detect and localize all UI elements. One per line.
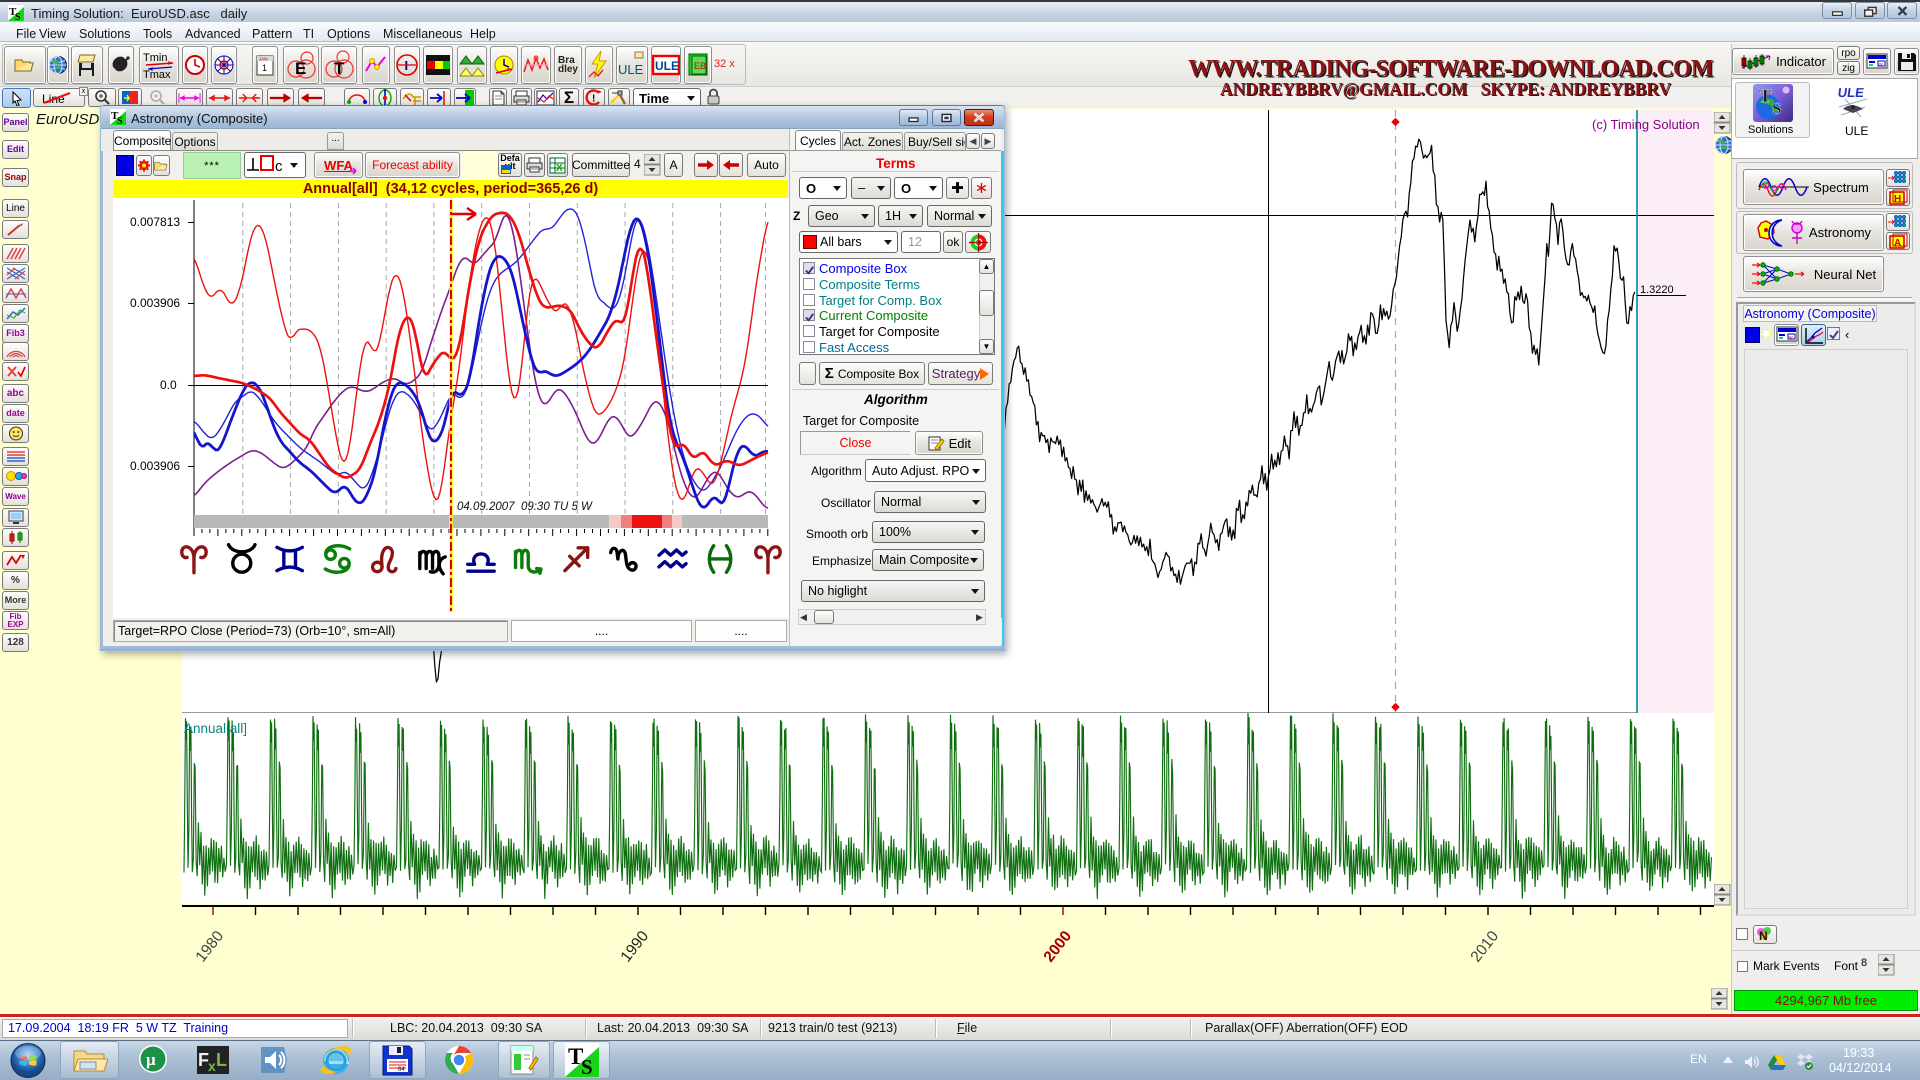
svg-text:L: L xyxy=(216,1050,227,1070)
svg-text:ULE: ULE xyxy=(1837,85,1865,100)
svg-text:JAN: JAN xyxy=(259,57,268,62)
svg-text:A: A xyxy=(1894,238,1901,249)
svg-text:S: S xyxy=(581,1055,593,1077)
svg-text:ULE: ULE xyxy=(655,59,679,73)
svg-text:T: T xyxy=(1759,86,1772,107)
svg-text:1: 1 xyxy=(262,63,267,73)
svg-text:E: E xyxy=(295,59,306,78)
svg-text:w: w xyxy=(1879,62,1883,68)
svg-text:Tmax: Tmax xyxy=(143,69,171,80)
svg-text:X: X xyxy=(556,163,563,174)
svg-text:H: H xyxy=(1894,194,1901,205)
svg-text:Tmin: Tmin xyxy=(143,52,167,64)
svg-text:c: c xyxy=(275,158,283,175)
svg-text:μ: μ xyxy=(146,1050,156,1069)
svg-text:N: N xyxy=(1759,929,1768,943)
svg-text:S: S xyxy=(117,116,123,125)
svg-text:w: w xyxy=(1789,335,1793,341)
svg-text:S: S xyxy=(1772,99,1781,118)
svg-text:S: S xyxy=(15,12,21,21)
svg-text:ULE: ULE xyxy=(618,62,644,77)
svg-text:64: 64 xyxy=(398,1067,405,1073)
svg-text:!: ! xyxy=(592,94,595,105)
svg-text:x: x xyxy=(208,1058,216,1074)
svg-text:EB: EB xyxy=(694,61,706,71)
svg-text:T: T xyxy=(334,59,345,78)
